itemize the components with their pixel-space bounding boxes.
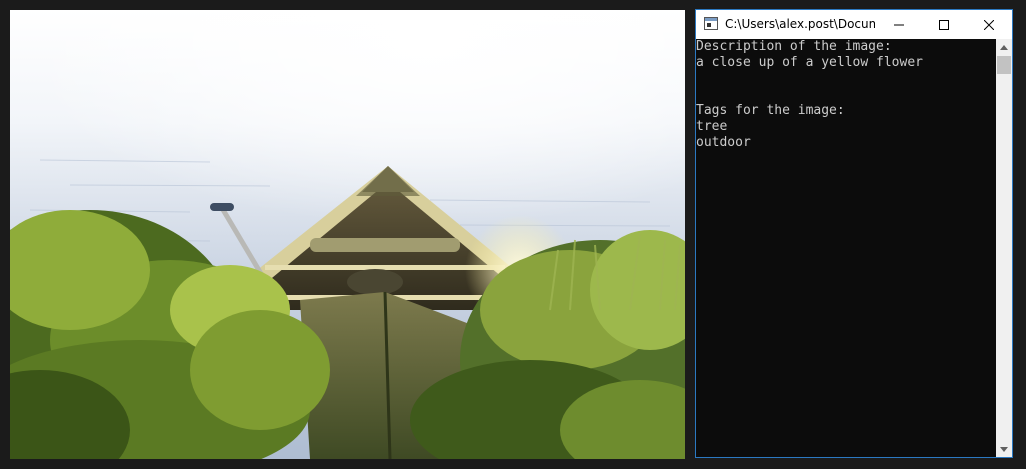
console-window[interactable]: C:\Users\alex.post\Docum... Description … (695, 9, 1013, 458)
scroll-down-button[interactable] (996, 441, 1012, 457)
window-title: C:\Users\alex.post\Docum... (725, 17, 875, 31)
maximize-button[interactable] (921, 10, 967, 39)
console-output[interactable]: Description of the image: a close up of … (696, 39, 996, 457)
console-line: Tags for the image: (696, 103, 845, 118)
console-line (696, 71, 996, 87)
close-button[interactable] (966, 10, 1012, 39)
scroll-up-arrow-icon (1000, 44, 1008, 50)
minimize-icon (894, 24, 904, 25)
console-line: a close up of a yellow flower (696, 55, 923, 70)
canoe-photo-image (10, 10, 685, 459)
console-line: Description of the image: (696, 39, 892, 54)
scroll-thumb[interactable] (997, 56, 1011, 74)
close-icon (984, 19, 994, 30)
vertical-scrollbar[interactable] (996, 39, 1012, 457)
title-bar[interactable]: C:\Users\alex.post\Docum... (696, 10, 1012, 39)
canoe-photo (10, 10, 685, 459)
console-app-icon (704, 17, 718, 30)
console-line: tree (696, 119, 728, 134)
minimize-button[interactable] (876, 10, 922, 39)
maximize-icon (939, 19, 949, 30)
scroll-up-button[interactable] (996, 39, 1012, 55)
scroll-down-arrow-icon (1000, 446, 1008, 452)
console-line: outdoor (696, 135, 751, 150)
console-line (696, 87, 996, 103)
